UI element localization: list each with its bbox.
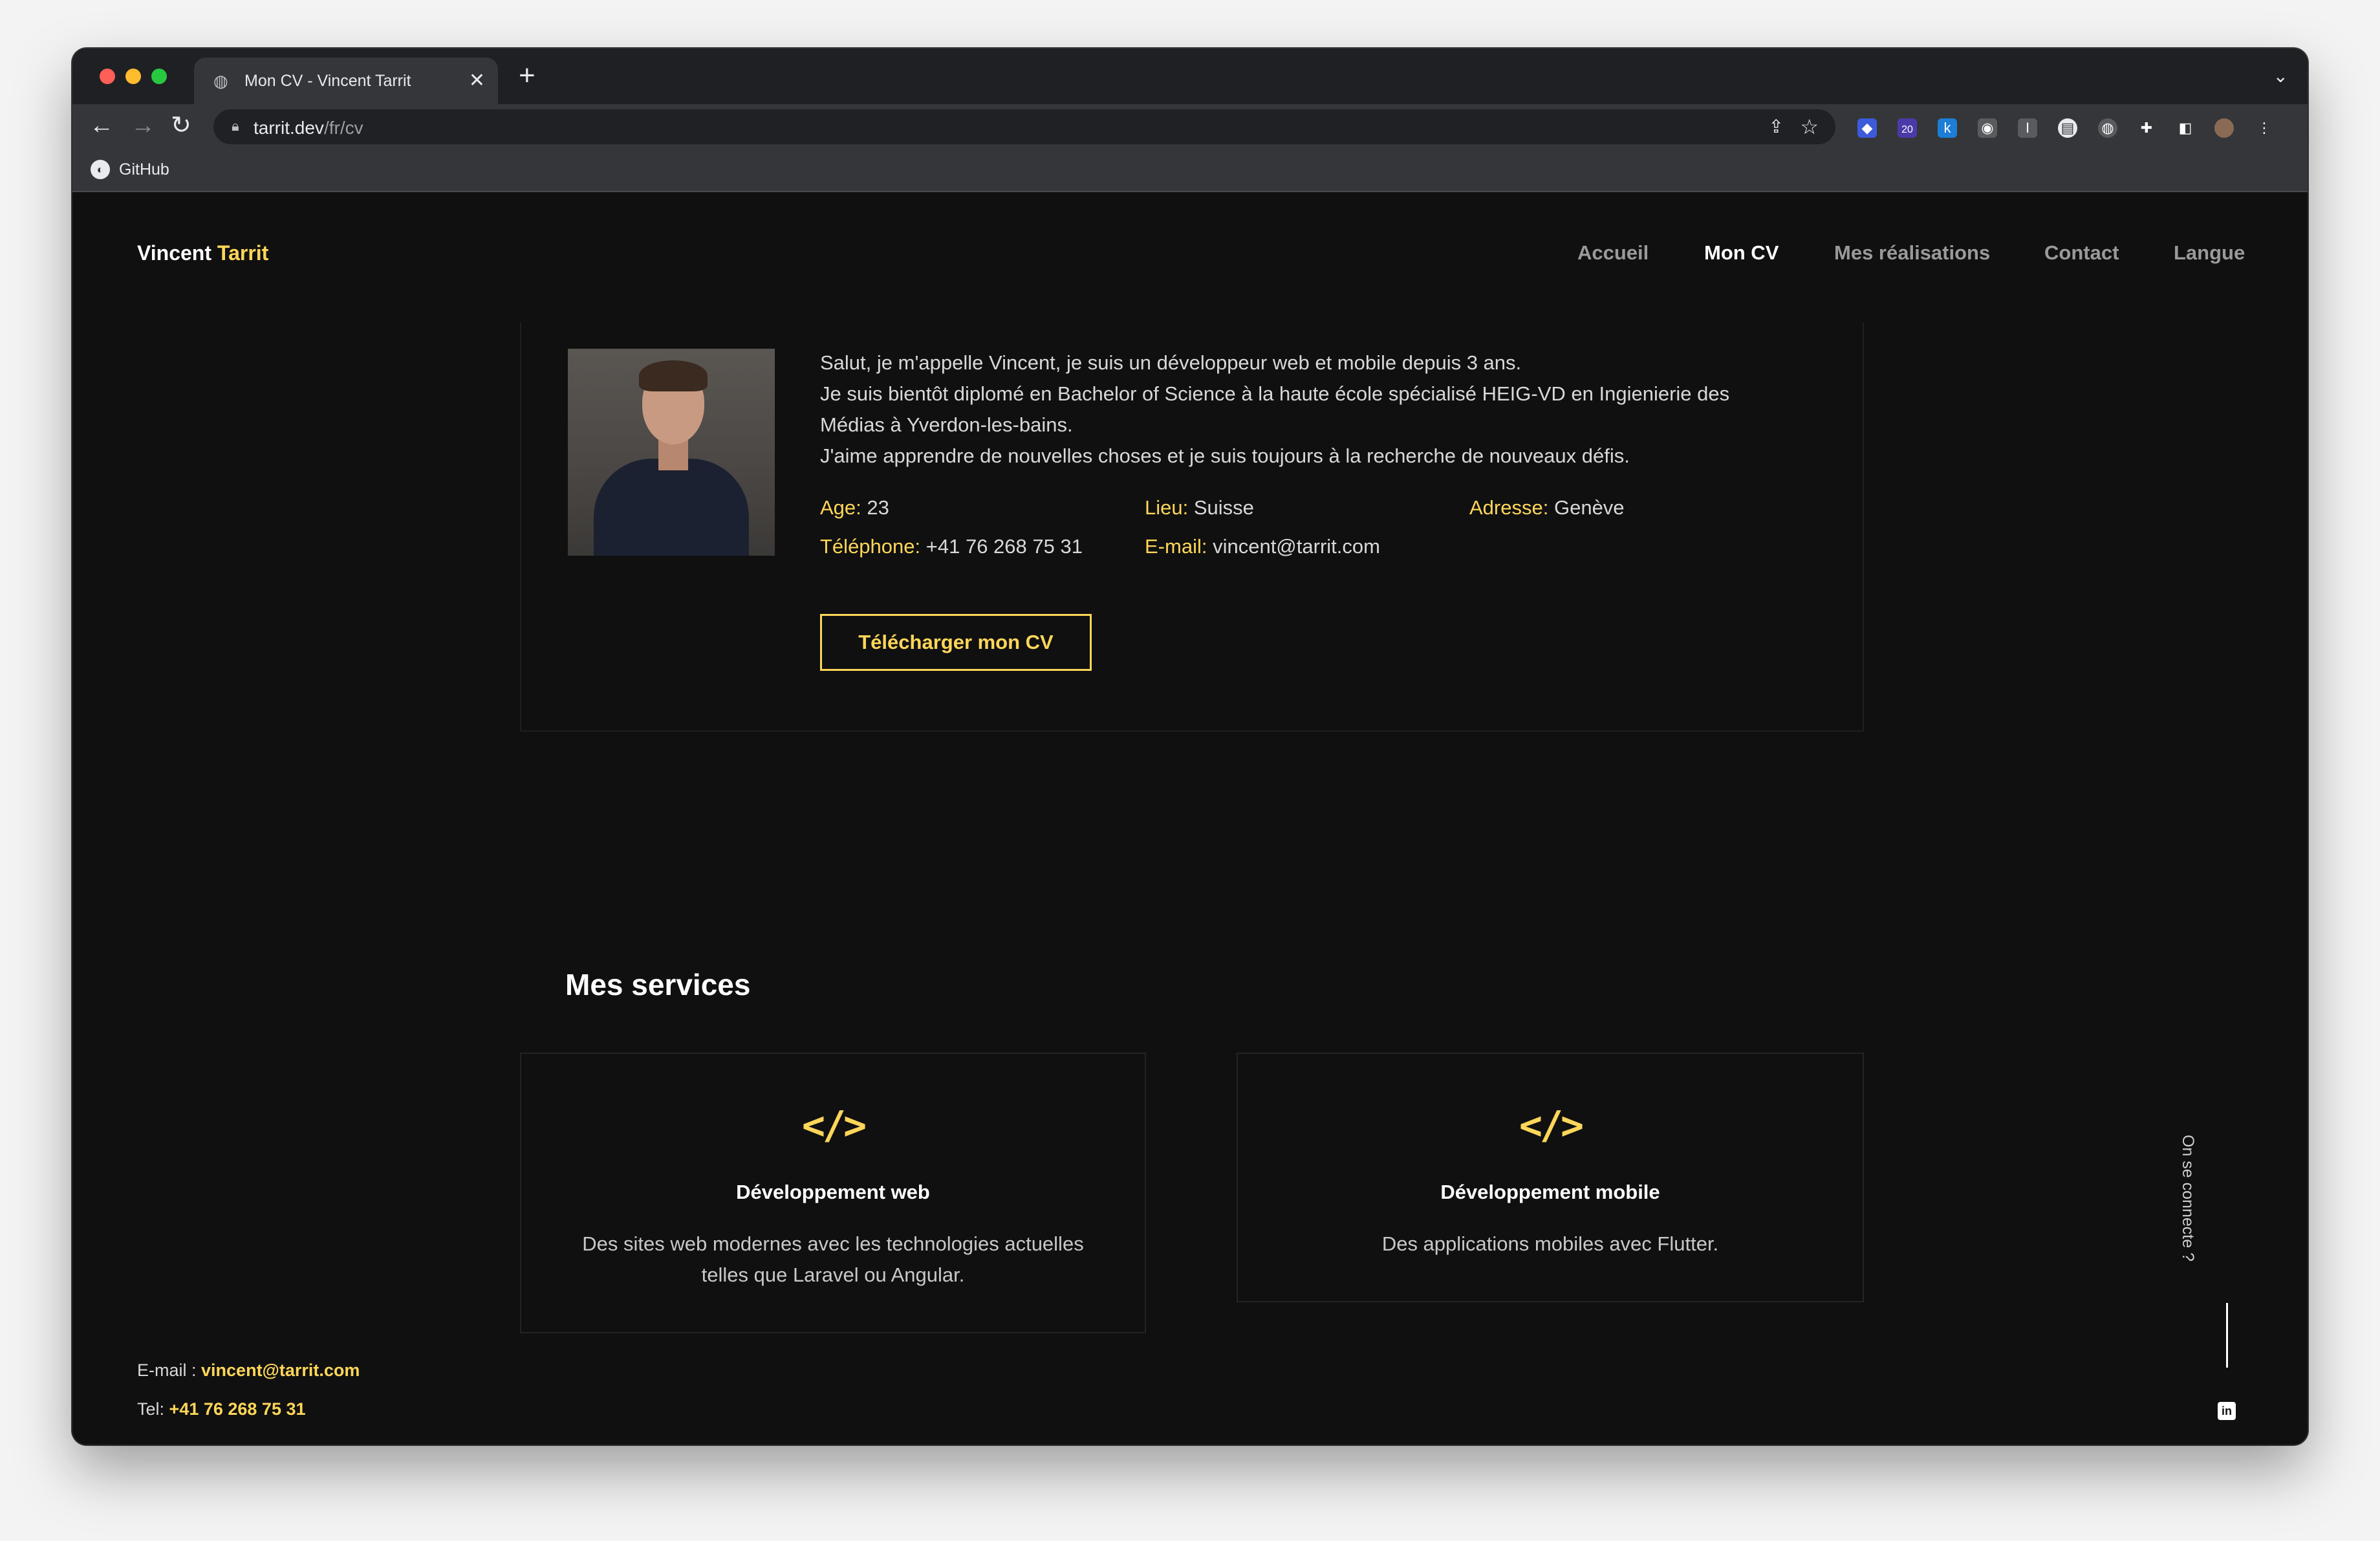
minimize-window-button[interactable] (125, 69, 141, 84)
extension-k-icon[interactable]: k (1938, 118, 1957, 138)
brand-first-name: Vincent (137, 241, 211, 265)
info-lieu: Lieu: Suisse (1145, 496, 1254, 519)
info-email: E-mail: vincent@tarrit.com (1145, 535, 1380, 558)
footer-tel-link[interactable]: +41 76 268 75 31 (169, 1399, 306, 1419)
browser-menu-icon[interactable]: ⋮ (2255, 118, 2274, 138)
tab-strip: ◍ Mon CV - Vincent Tarrit ✕ + ⌄ (72, 49, 2308, 104)
tab-search-icon[interactable]: ⌄ (2273, 65, 2288, 87)
side-panel-icon[interactable]: ◧ (2176, 118, 2195, 138)
browser-tab[interactable]: ◍ Mon CV - Vincent Tarrit ✕ (194, 58, 498, 104)
intro-line: Je suis bientôt diplomé en Bachelor of S… (820, 382, 1730, 436)
about-intro: Salut, je m'appelle Vincent, je suis un … (820, 347, 1777, 472)
service-description: Des applications mobiles avec Flutter. (1381, 1232, 1719, 1255)
maximize-window-button[interactable] (151, 69, 167, 84)
back-arrow-icon[interactable]: ← (89, 111, 114, 140)
info-telephone: Téléphone: +41 76 268 75 31 (820, 535, 1083, 558)
info-age: Age: 23 (820, 496, 889, 519)
close-window-button[interactable] (100, 69, 115, 84)
profile-photo (568, 349, 775, 556)
service-card-mobile: </> Développement mobile Des application… (1237, 1053, 1864, 1302)
extension-globe-icon[interactable]: ◍ (2098, 118, 2117, 138)
browser-toolbar: ← → ↻ 🔒︎ tarrit.dev/fr/cv ⇪ ☆ ◆ 20 k ◉ I… (72, 104, 2308, 148)
share-icon[interactable]: ⇪ (1769, 116, 1784, 137)
footer-tel: Tel: +41 76 268 75 31 (137, 1399, 306, 1419)
footer-email: E-mail : vincent@tarrit.com (137, 1361, 360, 1380)
nav-langue[interactable]: Langue (2174, 241, 2245, 265)
download-cv-button[interactable]: Télécharger mon CV (820, 614, 1092, 671)
reload-icon[interactable]: ↻ (171, 111, 191, 140)
social-divider (2226, 1303, 2228, 1368)
url-text: tarrit.dev/fr/cv (254, 118, 363, 138)
service-title: Développement web (736, 1181, 930, 1203)
page-content: Vincent Tarrit Accueil Mon CV Mes réalis… (72, 193, 2308, 1445)
services-title: Mes services (565, 968, 751, 1001)
forward-arrow-icon[interactable]: → (131, 111, 155, 140)
nav-mes-realisations[interactable]: Mes réalisations (1834, 241, 1990, 265)
extension-badge-icon[interactable]: 20 (1898, 118, 1917, 138)
bookmark-github[interactable]: ◐ GitHub (91, 160, 169, 179)
info-adresse: Adresse: Genève (1469, 496, 1625, 519)
social-label: On se connecte ? (2179, 1135, 2197, 1262)
address-bar[interactable]: 🔒︎ tarrit.dev/fr/cv ⇪ ☆ (213, 109, 1835, 144)
service-description: Des sites web modernes avec les technolo… (582, 1232, 1084, 1286)
extension-shield-icon[interactable]: ◆ (1857, 118, 1877, 138)
site-logo[interactable]: Vincent Tarrit (137, 241, 268, 265)
extension-camera-icon[interactable]: ◉ (1978, 118, 1997, 138)
footer-email-link[interactable]: vincent@tarrit.com (201, 1361, 360, 1380)
bookmarks-bar: ◐ GitHub (72, 148, 2308, 192)
brand-last-name: Tarrit (217, 241, 269, 265)
linkedin-icon[interactable]: in (2218, 1402, 2236, 1420)
github-icon: ◐ (91, 160, 110, 179)
service-title: Développement mobile (1440, 1181, 1660, 1203)
globe-icon: ◍ (213, 71, 228, 91)
extension-doc-icon[interactable]: ▤ (2058, 118, 2077, 138)
extension-i-icon[interactable]: I (2018, 118, 2037, 138)
service-card-web: </> Développement web Des sites web mode… (520, 1053, 1146, 1333)
bookmark-star-icon[interactable]: ☆ (1800, 115, 1819, 139)
nav-mon-cv[interactable]: Mon CV (1704, 241, 1779, 265)
tab-close-icon[interactable]: ✕ (469, 69, 485, 92)
tab-title: Mon CV - Vincent Tarrit (244, 72, 411, 90)
code-icon: </> (801, 1103, 867, 1148)
bookmark-label: GitHub (119, 160, 169, 179)
nav-contact[interactable]: Contact (2044, 241, 2119, 265)
lock-icon: 🔒︎ (232, 118, 239, 134)
profile-avatar[interactable] (2214, 118, 2234, 138)
intro-line: Salut, je m'appelle Vincent, je suis un … (820, 351, 1522, 374)
code-icon: </> (1519, 1103, 1584, 1148)
nav-accueil[interactable]: Accueil (1577, 241, 1649, 265)
extensions-puzzle-icon[interactable]: ✚ (2137, 118, 2156, 138)
new-tab-button[interactable]: + (519, 61, 536, 90)
browser-window: ◍ Mon CV - Vincent Tarrit ✕ + ⌄ ← → ↻ 🔒︎… (72, 49, 2308, 1445)
intro-line: J'aime apprendre de nouvelles choses et … (820, 444, 1630, 467)
about-card: Salut, je m'appelle Vincent, je suis un … (520, 323, 1864, 732)
